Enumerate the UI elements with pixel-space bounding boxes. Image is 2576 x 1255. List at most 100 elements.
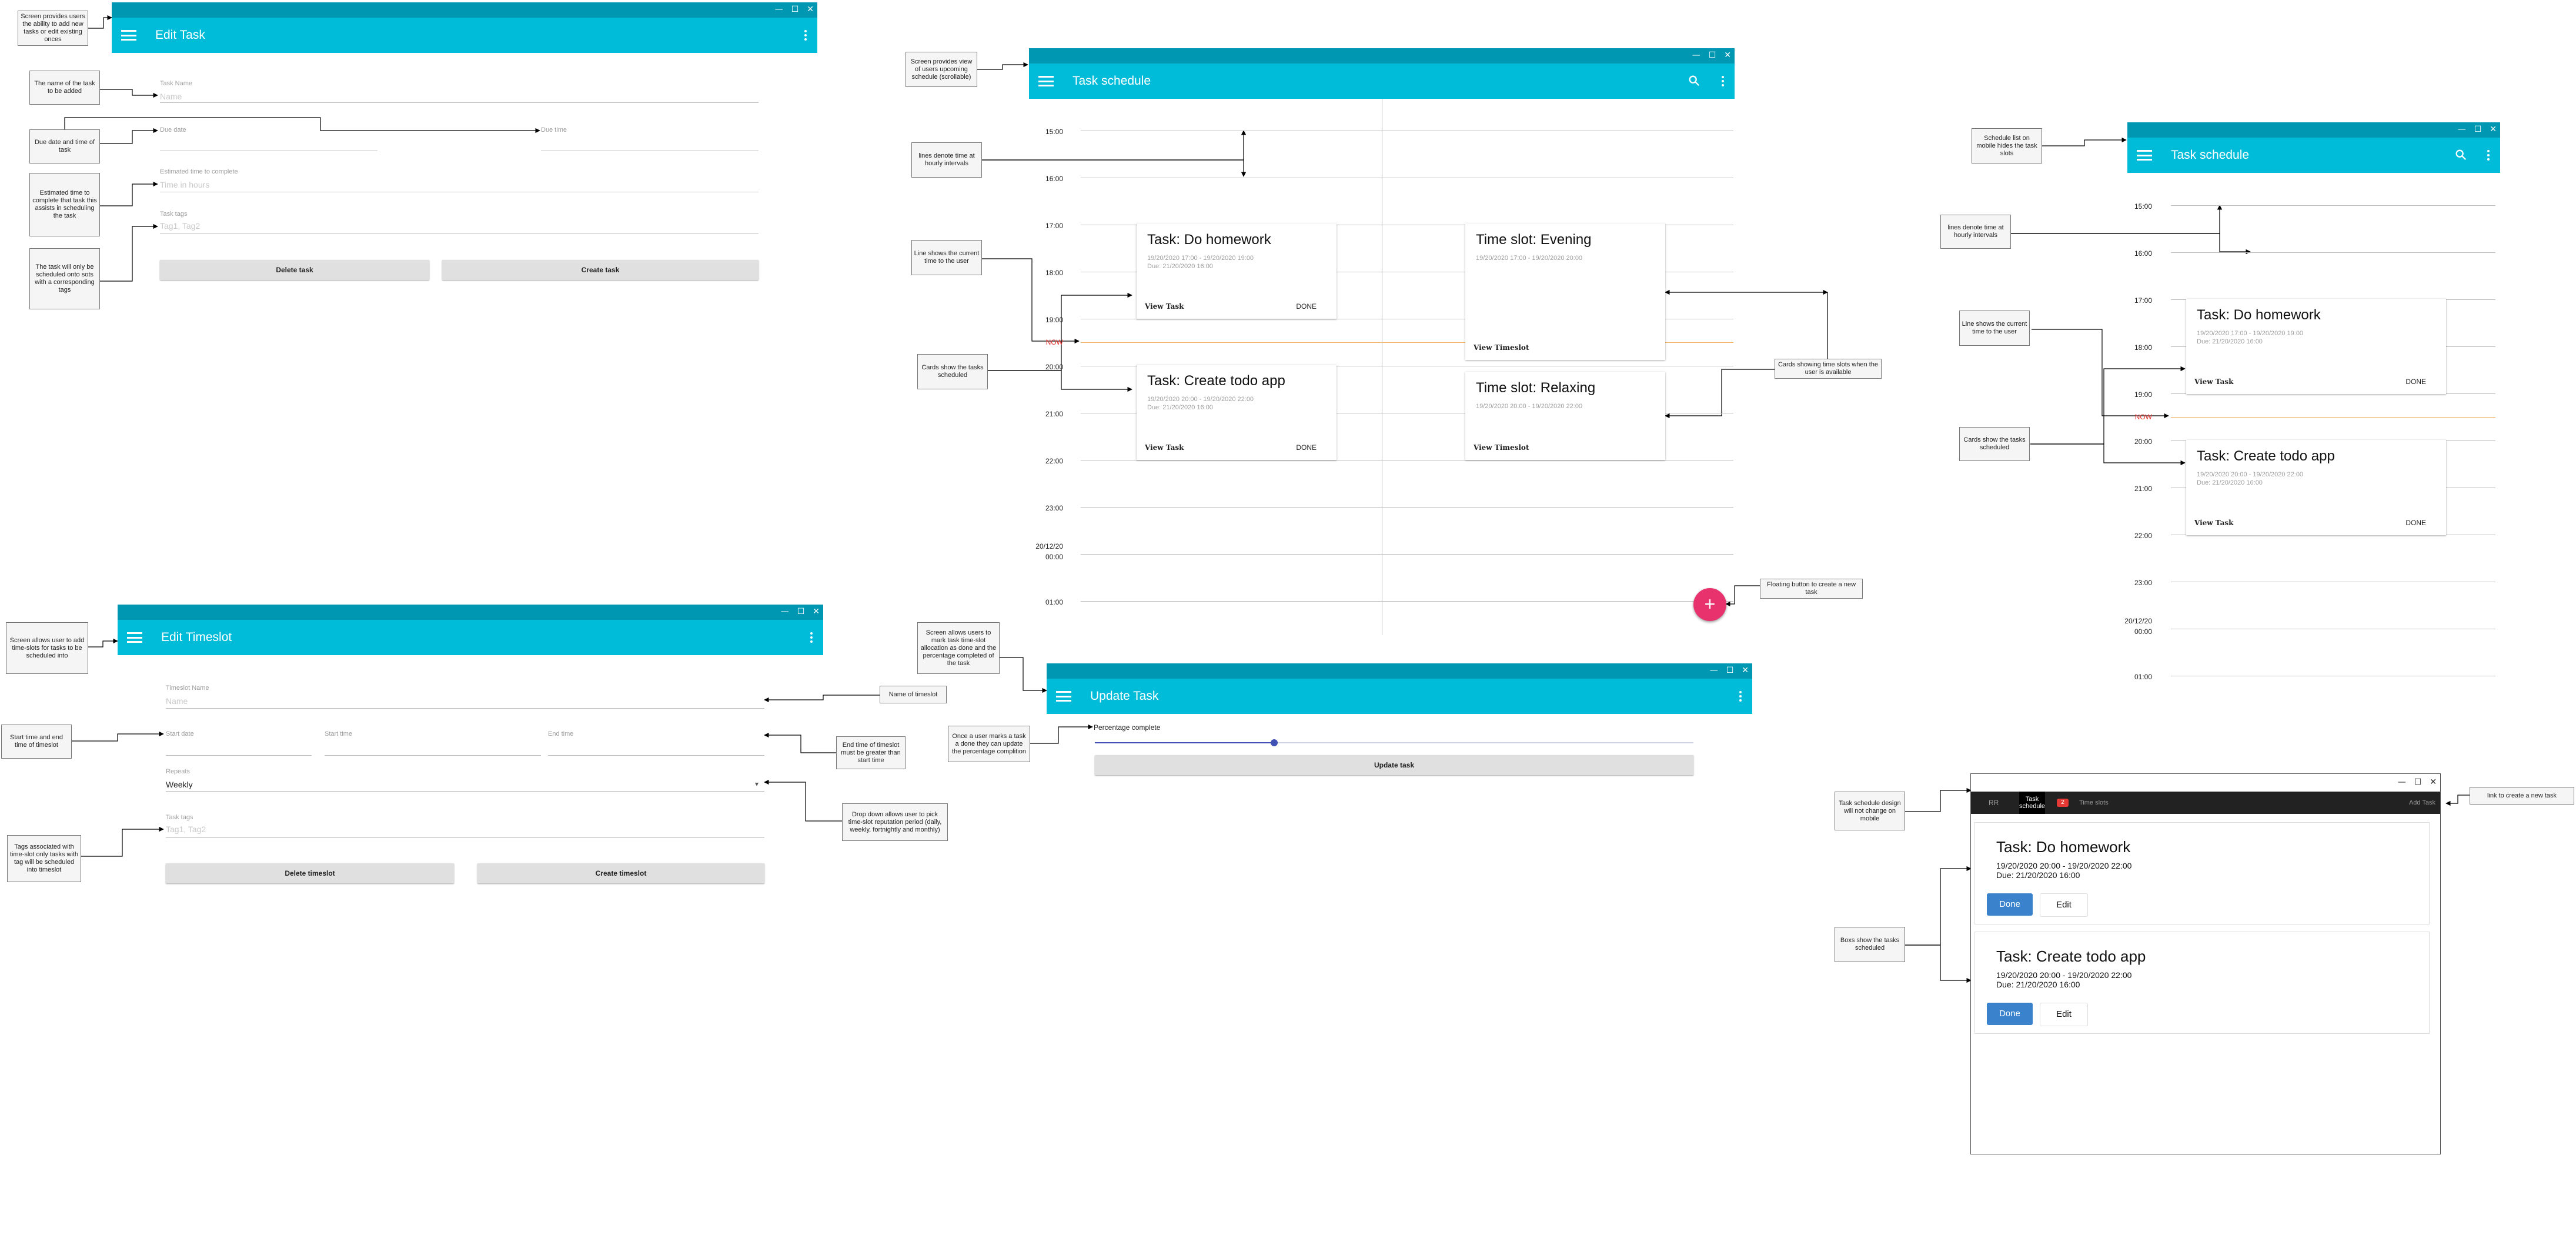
done-button[interactable]: DONE — [1296, 443, 1317, 452]
maximize-icon[interactable]: ☐ — [1726, 665, 1734, 676]
more-vert-icon[interactable] — [2487, 150, 2490, 162]
close-icon[interactable]: ✕ — [1724, 50, 1731, 61]
update-task-button[interactable]: Update task — [1095, 755, 1693, 775]
edit-button[interactable]: Edit — [2040, 1003, 2088, 1026]
view-task-button[interactable]: View Task — [1145, 302, 1184, 311]
note-task-tags: The task will only be scheduled onto sot… — [29, 248, 100, 309]
app-bar: Task schedule — [1029, 64, 1735, 99]
task-name-label: Task Name — [160, 80, 193, 87]
view-task-button[interactable]: View Task — [2194, 378, 2233, 386]
end-time-label: End time — [548, 730, 574, 737]
menu-icon[interactable] — [1056, 691, 1071, 702]
close-icon[interactable]: ✕ — [813, 606, 820, 617]
view-timeslot-button[interactable]: View Timeslot — [1474, 443, 1529, 452]
minimize-icon[interactable]: — — [775, 4, 783, 15]
more-vert-icon[interactable] — [804, 30, 807, 42]
card-subtitle: 19/20/2020 17:00 - 19/20/2020 20:00 — [1476, 254, 1582, 262]
add-task-link[interactable]: Add Task — [2409, 799, 2435, 806]
hour-line — [2171, 205, 2495, 206]
time-label: 20/12/20 00:00 — [1035, 542, 1063, 561]
note-add-task-link: link to create a new task — [2470, 787, 2574, 805]
more-vert-icon[interactable] — [1722, 76, 1724, 88]
task-box: Task: Create todo app 19/20/2020 20:00 - … — [1974, 932, 2430, 1034]
create-timeslot-button[interactable]: Create timeslot — [477, 863, 764, 883]
minimize-icon[interactable]: — — [1710, 665, 1718, 676]
page-title: Task schedule — [2171, 148, 2250, 162]
more-vert-icon[interactable] — [810, 632, 813, 645]
timeslot-tags-input[interactable]: Tag1, Tag2 — [166, 825, 206, 834]
menu-icon[interactable] — [127, 632, 142, 643]
tab-time-slots[interactable]: Time slots — [2079, 799, 2109, 806]
repeats-select[interactable]: Weekly — [166, 780, 193, 789]
maximize-icon[interactable]: ☐ — [2414, 777, 2422, 787]
maximize-icon[interactable]: ☐ — [2474, 124, 2482, 135]
note-edit-task-screen: Screen provides users the ability to add… — [18, 11, 88, 46]
add-task-fab[interactable]: + — [1693, 588, 1726, 621]
start-time-label: Start time — [325, 730, 353, 737]
task-tags-input[interactable]: Tag1, Tag2 — [160, 221, 200, 231]
note-mobile-schedule: Schedule list on mobile hides the task s… — [1972, 128, 2042, 163]
edit-button[interactable]: Edit — [2040, 893, 2088, 917]
edit-timeslot-window: — ☐ ✕ Edit Timeslot — [118, 605, 823, 655]
time-label: 01:00 — [2134, 673, 2152, 681]
window-titlebar: — ☐ ✕ — [1047, 663, 1752, 679]
end-time-input[interactable] — [548, 755, 764, 756]
done-button[interactable]: DONE — [1296, 302, 1317, 311]
maximize-icon[interactable]: ☐ — [797, 606, 805, 617]
done-button[interactable]: Done — [1987, 1003, 2033, 1025]
percentage-slider[interactable] — [1095, 739, 1693, 746]
timeslot-name-input[interactable]: Name — [166, 696, 188, 706]
menu-icon[interactable] — [121, 30, 136, 41]
done-button[interactable]: DONE — [2405, 378, 2426, 386]
task-box-time-range: 19/20/2020 20:00 - 19/20/2020 22:00 — [1996, 970, 2132, 980]
now-label: NOW — [1045, 338, 1063, 346]
time-label: 18:00 — [2134, 343, 2152, 352]
estimate-input[interactable]: Time in hours — [160, 180, 209, 189]
menu-icon[interactable] — [2137, 150, 2152, 161]
close-icon[interactable]: ✕ — [2490, 124, 2497, 135]
start-date-input[interactable] — [166, 755, 312, 756]
menu-icon[interactable] — [1038, 76, 1054, 86]
more-vert-icon[interactable] — [1739, 691, 1742, 703]
update-task-window: — ☐ ✕ Update Task — [1047, 663, 1752, 714]
search-icon[interactable] — [1688, 74, 1700, 87]
maximize-icon[interactable]: ☐ — [791, 4, 799, 15]
note-due-date: Due date and time of task — [29, 129, 100, 163]
close-icon[interactable]: ✕ — [807, 4, 814, 15]
view-task-button[interactable]: View Task — [2194, 519, 2233, 527]
minimize-icon[interactable]: — — [2458, 124, 2466, 135]
done-button[interactable]: Done — [1987, 893, 2033, 916]
done-button[interactable]: DONE — [2405, 519, 2426, 527]
create-task-button[interactable]: Create task — [442, 260, 759, 280]
minimize-icon[interactable]: — — [2398, 777, 2406, 787]
tab-task-schedule[interactable]: Task schedule — [2019, 792, 2045, 814]
app-bar: Edit Task — [112, 18, 817, 53]
close-icon[interactable]: ✕ — [1742, 665, 1749, 676]
task-card: Task: Create todo app 19/20/2020 20:00 - … — [1137, 365, 1337, 460]
time-label: 15:00 — [1045, 128, 1063, 136]
brand[interactable]: RR — [1989, 799, 1999, 807]
minimize-icon[interactable]: — — [781, 606, 789, 617]
task-box: Task: Do homework 19/20/2020 20:00 - 19/2… — [1974, 822, 2430, 924]
note-estimated-time: Estimated time to complete that task thi… — [29, 173, 100, 236]
note-repeats-dropdown: Drop down allows user to pick time-slot … — [842, 803, 948, 841]
delete-task-button[interactable]: Delete task — [160, 260, 429, 280]
close-icon[interactable]: ✕ — [2430, 777, 2437, 787]
chevron-down-icon[interactable]: ▾ — [755, 780, 759, 788]
card-title: Task: Create todo app — [1147, 373, 1285, 389]
time-label: 21:00 — [1045, 410, 1063, 418]
window-titlebar: — ☐ ✕ — [112, 2, 817, 18]
task-box-details: 19/20/2020 20:00 - 19/20/2020 22:00 Due: … — [1996, 861, 2131, 880]
delete-timeslot-button[interactable]: Delete timeslot — [166, 863, 454, 883]
start-time-input[interactable] — [325, 755, 541, 756]
window-titlebar: — ☐ ✕ — [118, 605, 823, 620]
task-name-input[interactable]: Name — [160, 92, 182, 101]
view-timeslot-button[interactable]: View Timeslot — [1474, 343, 1529, 352]
task-box-title: Task: Create todo app — [1996, 947, 2146, 965]
note-web-schedule: Task schedule design will not change on … — [1835, 792, 1905, 830]
minimize-icon[interactable]: — — [1692, 50, 1700, 61]
maximize-icon[interactable]: ☐ — [1709, 50, 1716, 61]
search-icon[interactable] — [2454, 148, 2467, 161]
view-task-button[interactable]: View Task — [1145, 443, 1184, 452]
time-label: 23:00 — [2134, 579, 2152, 587]
